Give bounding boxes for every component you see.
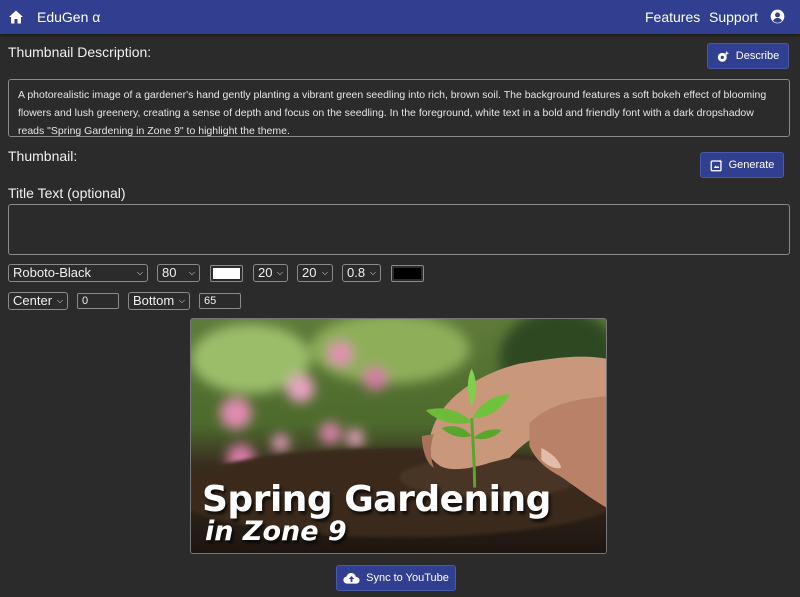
chevron-down-icon: ⌵ bbox=[136, 268, 143, 277]
thumbnail-label: Thumbnail: bbox=[8, 148, 78, 164]
chevron-down-icon: ⌵ bbox=[178, 296, 185, 305]
horizontal-align-value: Center bbox=[13, 293, 53, 308]
chevron-down-icon: ⌵ bbox=[321, 268, 328, 277]
shadow-x-select[interactable]: 20 ⌵ bbox=[253, 264, 288, 282]
description-label: Thumbnail Description: bbox=[8, 44, 152, 60]
brand-link[interactable]: EduGen α bbox=[37, 9, 100, 25]
shadow-color-picker[interactable] bbox=[391, 265, 424, 282]
text-color-swatch bbox=[213, 268, 240, 279]
home-icon[interactable] bbox=[8, 9, 24, 25]
top-navbar: EduGen α Features Support bbox=[0, 0, 800, 34]
account-icon[interactable] bbox=[770, 9, 785, 24]
title-text-label: Title Text (optional) bbox=[8, 185, 126, 201]
describe-button-label: Describe bbox=[735, 50, 780, 62]
generate-icon bbox=[710, 158, 723, 171]
font-size-value: 80 bbox=[162, 265, 177, 280]
chevron-down-icon: ⌵ bbox=[188, 268, 195, 277]
cloud-upload-icon bbox=[343, 572, 360, 584]
font-size-select[interactable]: 80 ⌵ bbox=[157, 264, 200, 282]
thumbnail-title-line1: Spring Gardening bbox=[202, 479, 551, 520]
vertical-offset-input[interactable]: 65 bbox=[199, 293, 241, 309]
generate-button-label: Generate bbox=[728, 159, 775, 171]
shadow-opacity-value: 0.8 bbox=[347, 265, 366, 280]
vertical-align-select[interactable]: Bottom ⌵ bbox=[128, 292, 190, 310]
description-textarea[interactable]: A photorealistic image of a gardener's h… bbox=[8, 79, 790, 137]
sync-youtube-button[interactable]: Sync to YouTube bbox=[336, 565, 456, 591]
title-text-input[interactable] bbox=[8, 204, 790, 255]
describe-icon bbox=[717, 50, 729, 62]
shadow-x-value: 20 bbox=[258, 265, 273, 280]
shadow-color-swatch bbox=[394, 268, 421, 279]
chevron-down-icon: ⌵ bbox=[56, 296, 63, 305]
font-select[interactable]: Roboto-Black ⌵ bbox=[8, 264, 148, 282]
generate-button[interactable]: Generate bbox=[700, 152, 784, 178]
describe-button[interactable]: Describe bbox=[707, 43, 789, 69]
nav-support-link[interactable]: Support bbox=[709, 9, 758, 25]
text-color-picker[interactable] bbox=[210, 265, 243, 282]
shadow-y-select[interactable]: 20 ⌵ bbox=[297, 264, 333, 282]
horizontal-align-select[interactable]: Center ⌵ bbox=[8, 292, 68, 310]
thumbnail-image: Spring Gardening in Zone 9 bbox=[190, 318, 607, 554]
font-select-value: Roboto-Black bbox=[13, 265, 92, 280]
shadow-opacity-select[interactable]: 0.8 ⌵ bbox=[342, 264, 381, 282]
chevron-down-icon: ⌵ bbox=[369, 268, 376, 277]
vertical-align-value: Bottom bbox=[133, 293, 175, 308]
thumbnail-title-line2: in Zone 9 bbox=[205, 516, 347, 547]
shadow-y-value: 20 bbox=[302, 265, 317, 280]
horizontal-offset-input[interactable]: 0 bbox=[77, 293, 119, 309]
sync-youtube-label: Sync to YouTube bbox=[366, 572, 449, 584]
nav-features-link[interactable]: Features bbox=[645, 9, 700, 25]
chevron-down-icon: ⌵ bbox=[276, 268, 283, 277]
